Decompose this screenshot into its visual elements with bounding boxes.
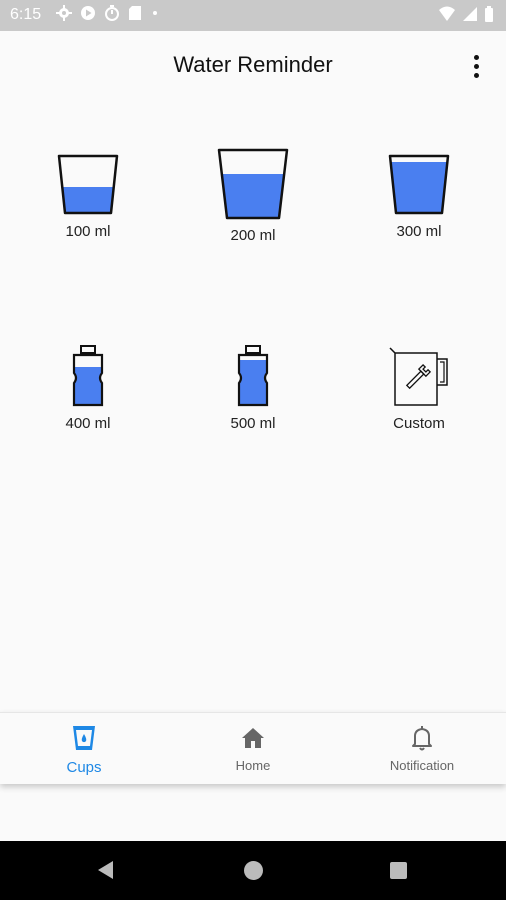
play-icon xyxy=(81,6,95,20)
bottle-full-icon xyxy=(237,345,269,407)
status-bar: 6:15 xyxy=(0,0,506,31)
more-vert-icon-dot xyxy=(473,63,479,69)
recents-icon[interactable] xyxy=(390,862,407,879)
cup-label: 100 ml xyxy=(65,223,111,240)
nav-item-cups[interactable]: Cups xyxy=(0,725,168,776)
nav-label-home: Home xyxy=(235,758,271,773)
status-time: 6:15 xyxy=(10,6,42,23)
cup-label: 500 ml xyxy=(230,415,276,432)
wifi-icon xyxy=(439,6,455,21)
cup-label: 400 ml xyxy=(65,415,111,432)
nav-label-notification: Notification xyxy=(389,758,455,773)
dot-icon xyxy=(153,11,157,15)
battery-icon xyxy=(485,6,493,22)
glass-small-icon xyxy=(57,154,119,215)
nav-item-notification[interactable]: Notification xyxy=(338,725,506,773)
page-title: Water Reminder xyxy=(173,52,333,77)
cup-label: 200 ml xyxy=(230,227,276,244)
cup-option-custom[interactable]: Custom xyxy=(335,345,503,432)
more-vert-icon-dot xyxy=(473,72,479,78)
status-icons-left xyxy=(56,5,160,21)
back-icon[interactable] xyxy=(98,861,113,879)
cup-icon xyxy=(73,726,95,750)
overflow-menu-button[interactable] xyxy=(466,51,486,81)
bell-icon xyxy=(412,726,432,751)
more-vert-icon xyxy=(473,54,479,60)
settings-icon xyxy=(56,5,72,21)
home-circle-icon[interactable] xyxy=(244,861,263,880)
status-icons-right xyxy=(438,6,494,22)
cup-option-400[interactable]: 400 ml xyxy=(4,345,172,432)
cup-option-200[interactable]: 200 ml xyxy=(169,147,337,244)
cup-label: 300 ml xyxy=(396,223,442,240)
system-nav-bar xyxy=(0,841,506,900)
bottom-navigation: Cups Home Notification xyxy=(0,712,506,784)
cup-option-500[interactable]: 500 ml xyxy=(169,345,337,432)
stopwatch-icon xyxy=(105,5,119,21)
signal-icon xyxy=(463,7,477,21)
glass-medium-icon xyxy=(217,148,289,220)
sd-card-icon xyxy=(129,6,141,20)
app-bar: Water Reminder xyxy=(0,31,506,101)
nav-label-cups: Cups xyxy=(66,759,102,776)
cup-option-100[interactable]: 100 ml xyxy=(4,153,172,240)
bottle-icon xyxy=(72,345,104,407)
glass-full-icon xyxy=(388,154,450,215)
nav-item-home[interactable]: Home xyxy=(169,725,337,773)
jug-wrench-icon xyxy=(389,347,448,406)
cup-option-300[interactable]: 300 ml xyxy=(335,153,503,240)
cup-label: Custom xyxy=(393,415,445,432)
home-icon xyxy=(242,728,264,748)
